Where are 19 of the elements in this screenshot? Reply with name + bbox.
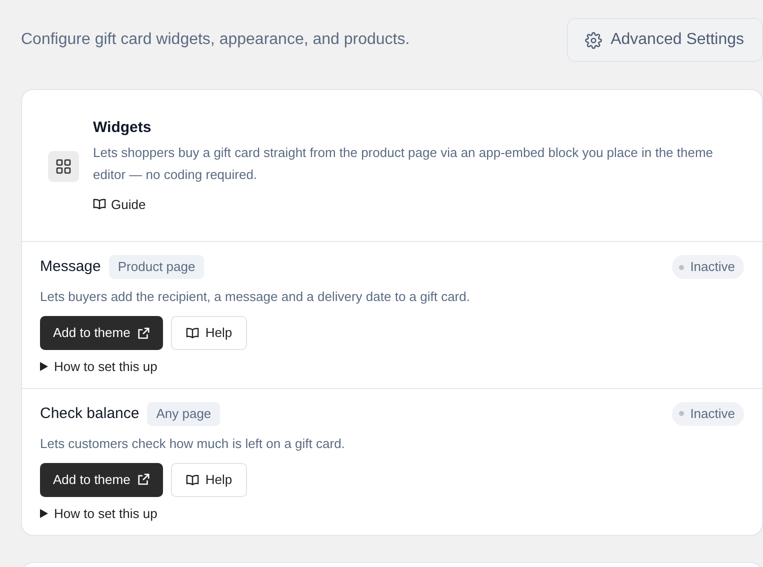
add-to-theme-button[interactable]: Add to theme: [40, 316, 164, 350]
setup-toggle[interactable]: How to set this up: [40, 356, 158, 376]
guide-link[interactable]: Guide: [93, 194, 146, 214]
scope-tag: Product page: [108, 255, 204, 279]
widget-name: Check balance: [40, 404, 140, 424]
page-description: Configure gift card widgets, appearance, and products.: [21, 30, 410, 50]
setup-toggle[interactable]: How to set this up: [40, 504, 158, 523]
status-label: Inactive: [690, 258, 735, 276]
card-title: Widgets: [93, 118, 152, 138]
help-button[interactable]: Help: [171, 316, 248, 350]
advanced-settings-button[interactable]: Advanced Settings: [566, 18, 763, 62]
widget-name: Message: [40, 256, 101, 277]
status-label: Inactive: [690, 405, 735, 423]
add-to-theme-button[interactable]: Add to theme: [40, 463, 164, 496]
card-description: Lets shoppers buy a gift card straight from the product page via an app-embed block you place in the theme editor — no coding required.: [93, 144, 714, 184]
help-button[interactable]: Help: [171, 463, 248, 496]
scope-tag: Any page: [147, 402, 220, 426]
widget-description: Lets customers check how much is left on a gift card.: [40, 434, 346, 453]
widget-description: Lets buyers add the recipient, a message and a delivery date to a gift card.: [40, 288, 471, 306]
